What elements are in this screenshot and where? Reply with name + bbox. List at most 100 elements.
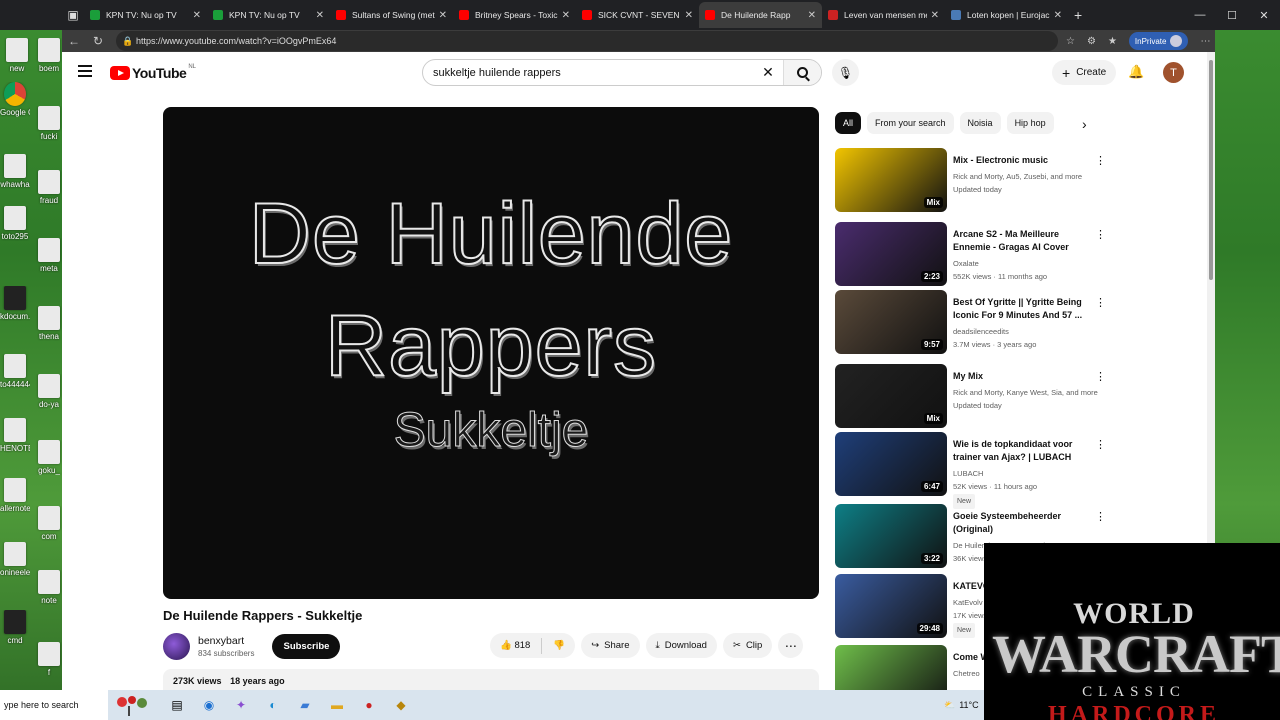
recommendation-title[interactable]: Arcane S2 - Ma Meilleure Ennemie - Graga… xyxy=(953,228,1093,254)
refresh-icon[interactable]: ↻ xyxy=(86,34,110,48)
recommendation-title[interactable]: Wie is de topkandidaat voor trainer van … xyxy=(953,438,1093,464)
close-window-icon[interactable]: ✕ xyxy=(1248,0,1280,30)
minimize-icon[interactable]: — xyxy=(1184,0,1216,30)
copilot-icon[interactable]: ✦ xyxy=(230,694,252,716)
close-tab-icon[interactable]: ✕ xyxy=(808,10,816,21)
lock-icon[interactable]: 🔒 xyxy=(122,36,133,47)
recommendation-title[interactable]: Mix - Electronic music xyxy=(953,154,1093,167)
more-actions-icon[interactable]: ⋯ xyxy=(778,633,804,658)
thumbs-down-icon[interactable]: 👎 xyxy=(553,640,565,651)
channel-name[interactable]: benxybart xyxy=(198,635,254,647)
app-icon-gold[interactable]: ◆ xyxy=(390,694,412,716)
desktop-icon[interactable]: thena xyxy=(34,306,64,341)
desktop-icon[interactable]: allernote xyxy=(0,478,30,513)
extensions-icon[interactable]: ⚙ xyxy=(1087,36,1096,47)
download-button[interactable]: ⤓ Download xyxy=(645,633,717,658)
browser-tab[interactable]: Sultans of Swing (metal ✕ xyxy=(330,2,453,28)
back-icon[interactable]: ← xyxy=(62,34,86,48)
close-tab-icon[interactable]: ✕ xyxy=(685,10,693,21)
desktop-icon[interactable]: HENOTE xyxy=(0,418,30,453)
desktop-icon[interactable]: fraud xyxy=(34,170,64,205)
video-player[interactable]: De Huilende Rappers Sukkeltje xyxy=(163,107,819,599)
create-button[interactable]: + Create xyxy=(1052,60,1117,85)
like-button[interactable]: 👍 818 xyxy=(500,640,530,651)
kebab-menu-icon[interactable]: ⋮ xyxy=(1095,154,1106,167)
filter-chip[interactable]: From your search xyxy=(867,112,954,134)
clear-search-icon[interactable]: ✕ xyxy=(753,64,783,81)
kebab-menu-icon[interactable]: ⋮ xyxy=(1095,370,1106,383)
weather-widget[interactable]: ⛅ 11°C xyxy=(944,690,979,720)
browser-tab[interactable]: De Huilende Rapp ✕ xyxy=(699,2,822,28)
inprivate-badge[interactable]: InPrivate xyxy=(1128,32,1189,50)
desktop-icon[interactable]: Google Chrome xyxy=(0,82,30,117)
video-thumbnail[interactable]: 29:48 xyxy=(835,574,947,638)
microphone-icon[interactable]: 🎙 xyxy=(832,59,859,86)
kebab-menu-icon[interactable]: ⋮ xyxy=(1095,510,1106,523)
desktop-icon[interactable]: f xyxy=(34,642,64,677)
share-button[interactable]: ↪ Share xyxy=(581,633,640,658)
browser-tab[interactable]: Loten kopen | Eurojack ✕ xyxy=(945,2,1068,28)
description-box[interactable]: 273K views 18 years ago xyxy=(163,669,819,690)
close-tab-icon[interactable]: ✕ xyxy=(931,10,939,21)
scrollbar-thumb[interactable] xyxy=(1209,60,1213,280)
video-thumbnail[interactable]: Mix xyxy=(835,364,947,428)
close-tab-icon[interactable]: ✕ xyxy=(562,10,570,21)
chevron-right-icon[interactable]: › xyxy=(1082,116,1087,132)
desktop-icon[interactable]: note xyxy=(34,570,64,605)
recommendation-item[interactable]: 2:23 Arcane S2 - Ma Meilleure Ennemie - G… xyxy=(835,222,1115,286)
desktop-icon[interactable]: new xyxy=(2,38,32,73)
desktop-icon[interactable]: whawha xyxy=(0,154,30,189)
desktop-icon[interactable]: to444444 xyxy=(0,354,30,389)
desktop-icon[interactable]: com xyxy=(34,506,64,541)
taskbar-search[interactable]: ype here to search xyxy=(0,690,108,720)
kebab-menu-icon[interactable]: ⋮ xyxy=(1095,228,1106,241)
close-tab-icon[interactable]: ✕ xyxy=(193,10,201,21)
recommendation-title[interactable]: My Mix xyxy=(953,370,1093,383)
browser-tab[interactable]: KPN TV: Nu op TV ✕ xyxy=(207,2,330,28)
desktop-icon[interactable]: do-ya xyxy=(34,374,64,409)
desktop-icon[interactable]: boem xyxy=(34,38,64,73)
desktop-icon[interactable]: kdocum... xyxy=(0,286,30,321)
video-thumbnail[interactable]: 3:22 xyxy=(835,504,947,568)
desktop-icon[interactable]: goku_ xyxy=(34,440,64,475)
recommendation-item[interactable]: 9:57 Best Of Ygritte || Ygritte Being Ico… xyxy=(835,290,1115,354)
youtube-logo[interactable]: YouTube NL xyxy=(110,64,196,81)
video-thumbnail[interactable]: 6:47 xyxy=(835,432,947,496)
desktop-icon[interactable]: cmd xyxy=(0,610,30,645)
channel-avatar[interactable] xyxy=(163,632,190,660)
address-bar[interactable]: 🔒 https://www.youtube.com/watch?v=iOOgvP… xyxy=(116,31,1058,51)
search-input[interactable] xyxy=(423,66,753,79)
browser-tab[interactable]: SICK CVNT - SEVEN NA ✕ xyxy=(576,2,699,28)
kebab-menu-icon[interactable]: ⋮ xyxy=(1095,438,1106,451)
browser-tab[interactable]: Leven van mensen met ✕ xyxy=(822,2,945,28)
desktop-icon[interactable]: onineele... xyxy=(0,542,30,577)
account-avatar[interactable]: T xyxy=(1163,62,1184,83)
video-thumbnail[interactable]: 9:57 xyxy=(835,290,947,354)
kebab-menu-icon[interactable]: ⋮ xyxy=(1095,296,1106,309)
new-tab-icon[interactable]: + xyxy=(1074,7,1082,23)
recommendation-item[interactable]: 6:47 Wie is de topkandidaat voor trainer … xyxy=(835,432,1115,509)
favorites-icon[interactable]: ★ xyxy=(1108,36,1117,47)
hamburger-menu-icon[interactable] xyxy=(78,65,92,77)
desktop-icon[interactable]: fucki xyxy=(34,106,64,141)
video-thumbnail[interactable]: 2:23 xyxy=(835,222,947,286)
search-button[interactable] xyxy=(783,60,821,85)
task-view-icon[interactable]: ▤ xyxy=(166,694,188,716)
favorite-star-icon[interactable]: ☆ xyxy=(1066,36,1075,47)
recommendation-title[interactable]: Goeie Systeembeheerder (Original) xyxy=(953,510,1093,536)
desktop-icon[interactable]: meta xyxy=(34,238,64,273)
browser-tab[interactable]: Britney Spears - Toxic (✕ xyxy=(453,2,576,28)
file-explorer-icon[interactable]: ▬ xyxy=(326,694,348,716)
close-tab-icon[interactable]: ✕ xyxy=(1054,10,1062,21)
close-tab-icon[interactable]: ✕ xyxy=(439,10,447,21)
tab-actions-icon[interactable]: ▣ xyxy=(62,4,84,26)
edge-icon[interactable]: ◐ xyxy=(262,694,284,716)
notifications-bell-icon[interactable]: 🔔 xyxy=(1128,64,1144,80)
browser-tab[interactable]: KPN TV: Nu op TV ✕ xyxy=(84,2,207,28)
filter-chip[interactable]: Noisia xyxy=(959,112,1001,134)
files-icon[interactable]: ▰ xyxy=(294,694,316,716)
more-menu-icon[interactable]: ⋯ xyxy=(1200,36,1210,47)
filter-chip[interactable]: Hip hop xyxy=(1006,112,1054,134)
search-highlight-icon[interactable] xyxy=(108,690,158,720)
outlook-icon[interactable]: ◉ xyxy=(198,694,220,716)
